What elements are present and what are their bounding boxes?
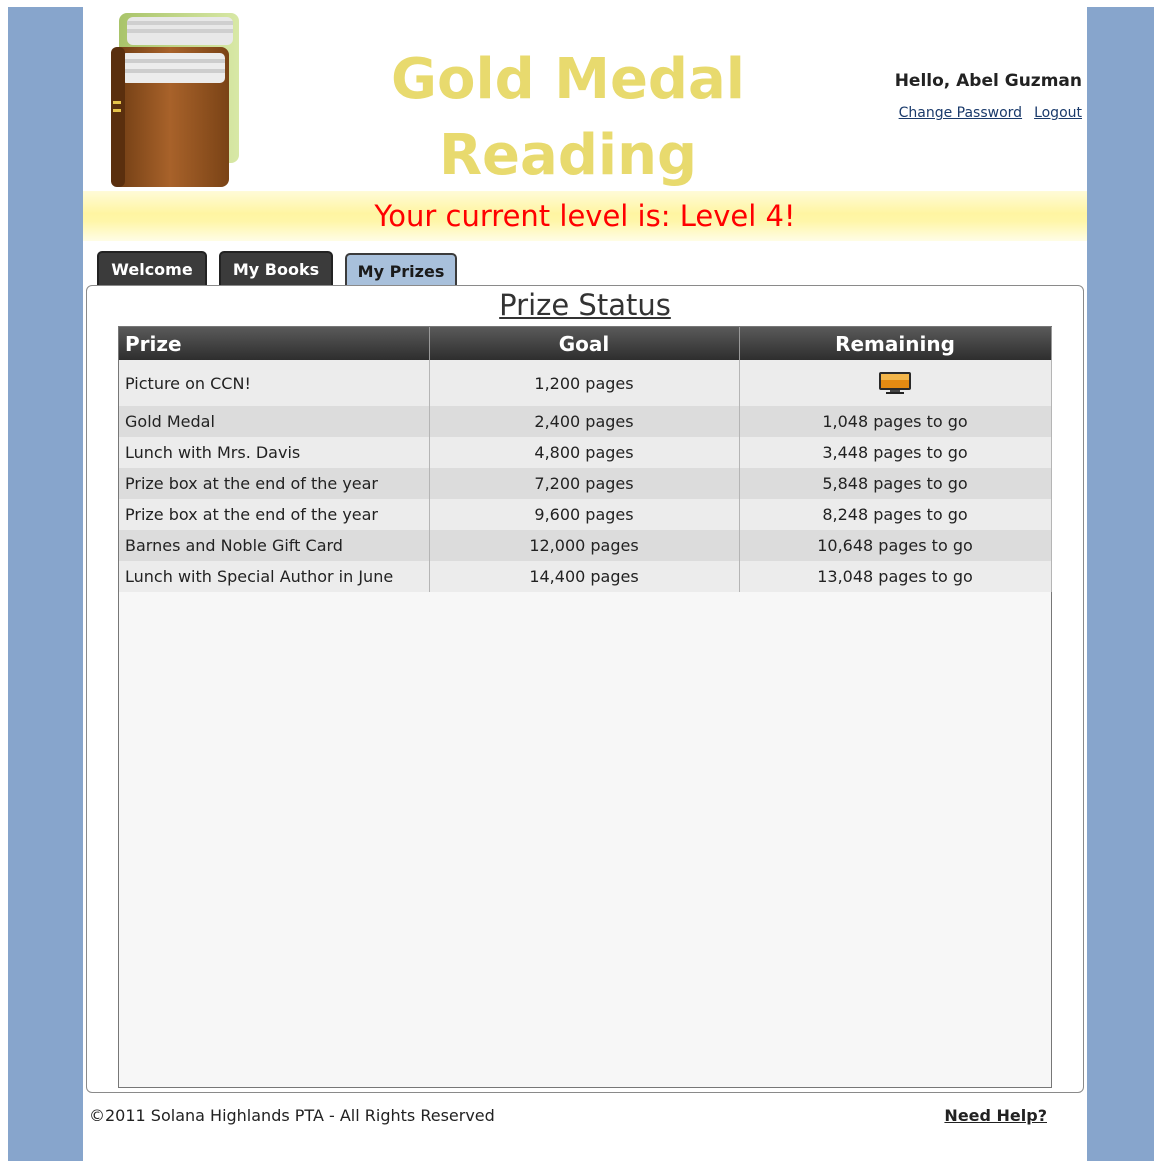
- table-row: Gold Medal 2,400 pages 1,048 pages to go: [119, 406, 1052, 437]
- table-row: Prize box at the end of the year 7,200 p…: [119, 468, 1052, 499]
- remaining-cell: 10,648 pages to go: [739, 530, 1052, 561]
- prize-cell: Gold Medal: [119, 406, 430, 437]
- table-row: Lunch with Special Author in June 14,400…: [119, 561, 1052, 592]
- goal-cell: 9,600 pages: [429, 499, 740, 530]
- level-banner: Your current level is: Level 4!: [83, 191, 1087, 241]
- table-header-row: Prize Goal Remaining: [119, 327, 1052, 360]
- tab-my-books[interactable]: My Books: [219, 251, 333, 285]
- remaining-cell: 13,048 pages to go: [739, 561, 1052, 592]
- logout-link[interactable]: Logout: [1034, 105, 1082, 121]
- monitor-icon: [879, 372, 911, 394]
- prize-table: Prize Goal Remaining Picture on CCN! 1,2…: [119, 327, 1052, 592]
- user-greeting: Hello, Abel Guzman: [894, 71, 1082, 91]
- prize-cell: Prize box at the end of the year: [119, 499, 430, 530]
- prize-cell: Picture on CCN!: [119, 360, 430, 406]
- remaining-cell: 1,048 pages to go: [739, 406, 1052, 437]
- goal-cell: 12,000 pages: [429, 530, 740, 561]
- goal-cell: 4,800 pages: [429, 437, 740, 468]
- column-header-prize[interactable]: Prize: [119, 327, 430, 360]
- need-help-link[interactable]: Need Help?: [944, 1106, 1047, 1125]
- change-password-link[interactable]: Change Password: [899, 105, 1022, 121]
- goal-cell: 2,400 pages: [429, 406, 740, 437]
- goal-cell: 7,200 pages: [429, 468, 740, 499]
- books-logo-icon: [111, 13, 239, 187]
- page-container: Gold Medal Reading Hello, Abel Guzman Ch…: [83, 7, 1087, 1161]
- user-links: Change Password Logout: [887, 105, 1082, 121]
- remaining-cell: 3,448 pages to go: [739, 437, 1052, 468]
- tab-welcome[interactable]: Welcome: [97, 251, 207, 285]
- goal-cell: 1,200 pages: [429, 360, 740, 406]
- table-row: Barnes and Noble Gift Card 12,000 pages …: [119, 530, 1052, 561]
- remaining-cell: 8,248 pages to go: [739, 499, 1052, 530]
- site-title-line1: Gold Medal: [391, 47, 745, 112]
- prize-cell: Lunch with Mrs. Davis: [119, 437, 430, 468]
- tab-my-prizes[interactable]: My Prizes: [345, 253, 457, 287]
- column-header-goal[interactable]: Goal: [429, 327, 740, 360]
- column-header-remaining[interactable]: Remaining: [739, 327, 1052, 360]
- goal-cell: 14,400 pages: [429, 561, 740, 592]
- prizes-panel: Prize Status Prize Goal Remaining Pictur…: [86, 285, 1084, 1093]
- table-row: Lunch with Mrs. Davis 4,800 pages 3,448 …: [119, 437, 1052, 468]
- table-row: Prize box at the end of the year 9,600 p…: [119, 499, 1052, 530]
- table-row: Picture on CCN! 1,200 pages: [119, 360, 1052, 406]
- prize-cell: Prize box at the end of the year: [119, 468, 430, 499]
- section-title: Prize Status: [499, 288, 671, 322]
- prize-table-container: Prize Goal Remaining Picture on CCN! 1,2…: [118, 326, 1052, 1088]
- site-title: Gold Medal Reading: [333, 42, 803, 194]
- prize-cell: Barnes and Noble Gift Card: [119, 530, 430, 561]
- remaining-cell: 5,848 pages to go: [739, 468, 1052, 499]
- site-title-line2: Reading: [438, 123, 698, 188]
- prize-cell: Lunch with Special Author in June: [119, 561, 430, 592]
- copyright-text: ©2011 Solana Highlands PTA - All Rights …: [89, 1106, 495, 1125]
- remaining-cell: [739, 360, 1052, 406]
